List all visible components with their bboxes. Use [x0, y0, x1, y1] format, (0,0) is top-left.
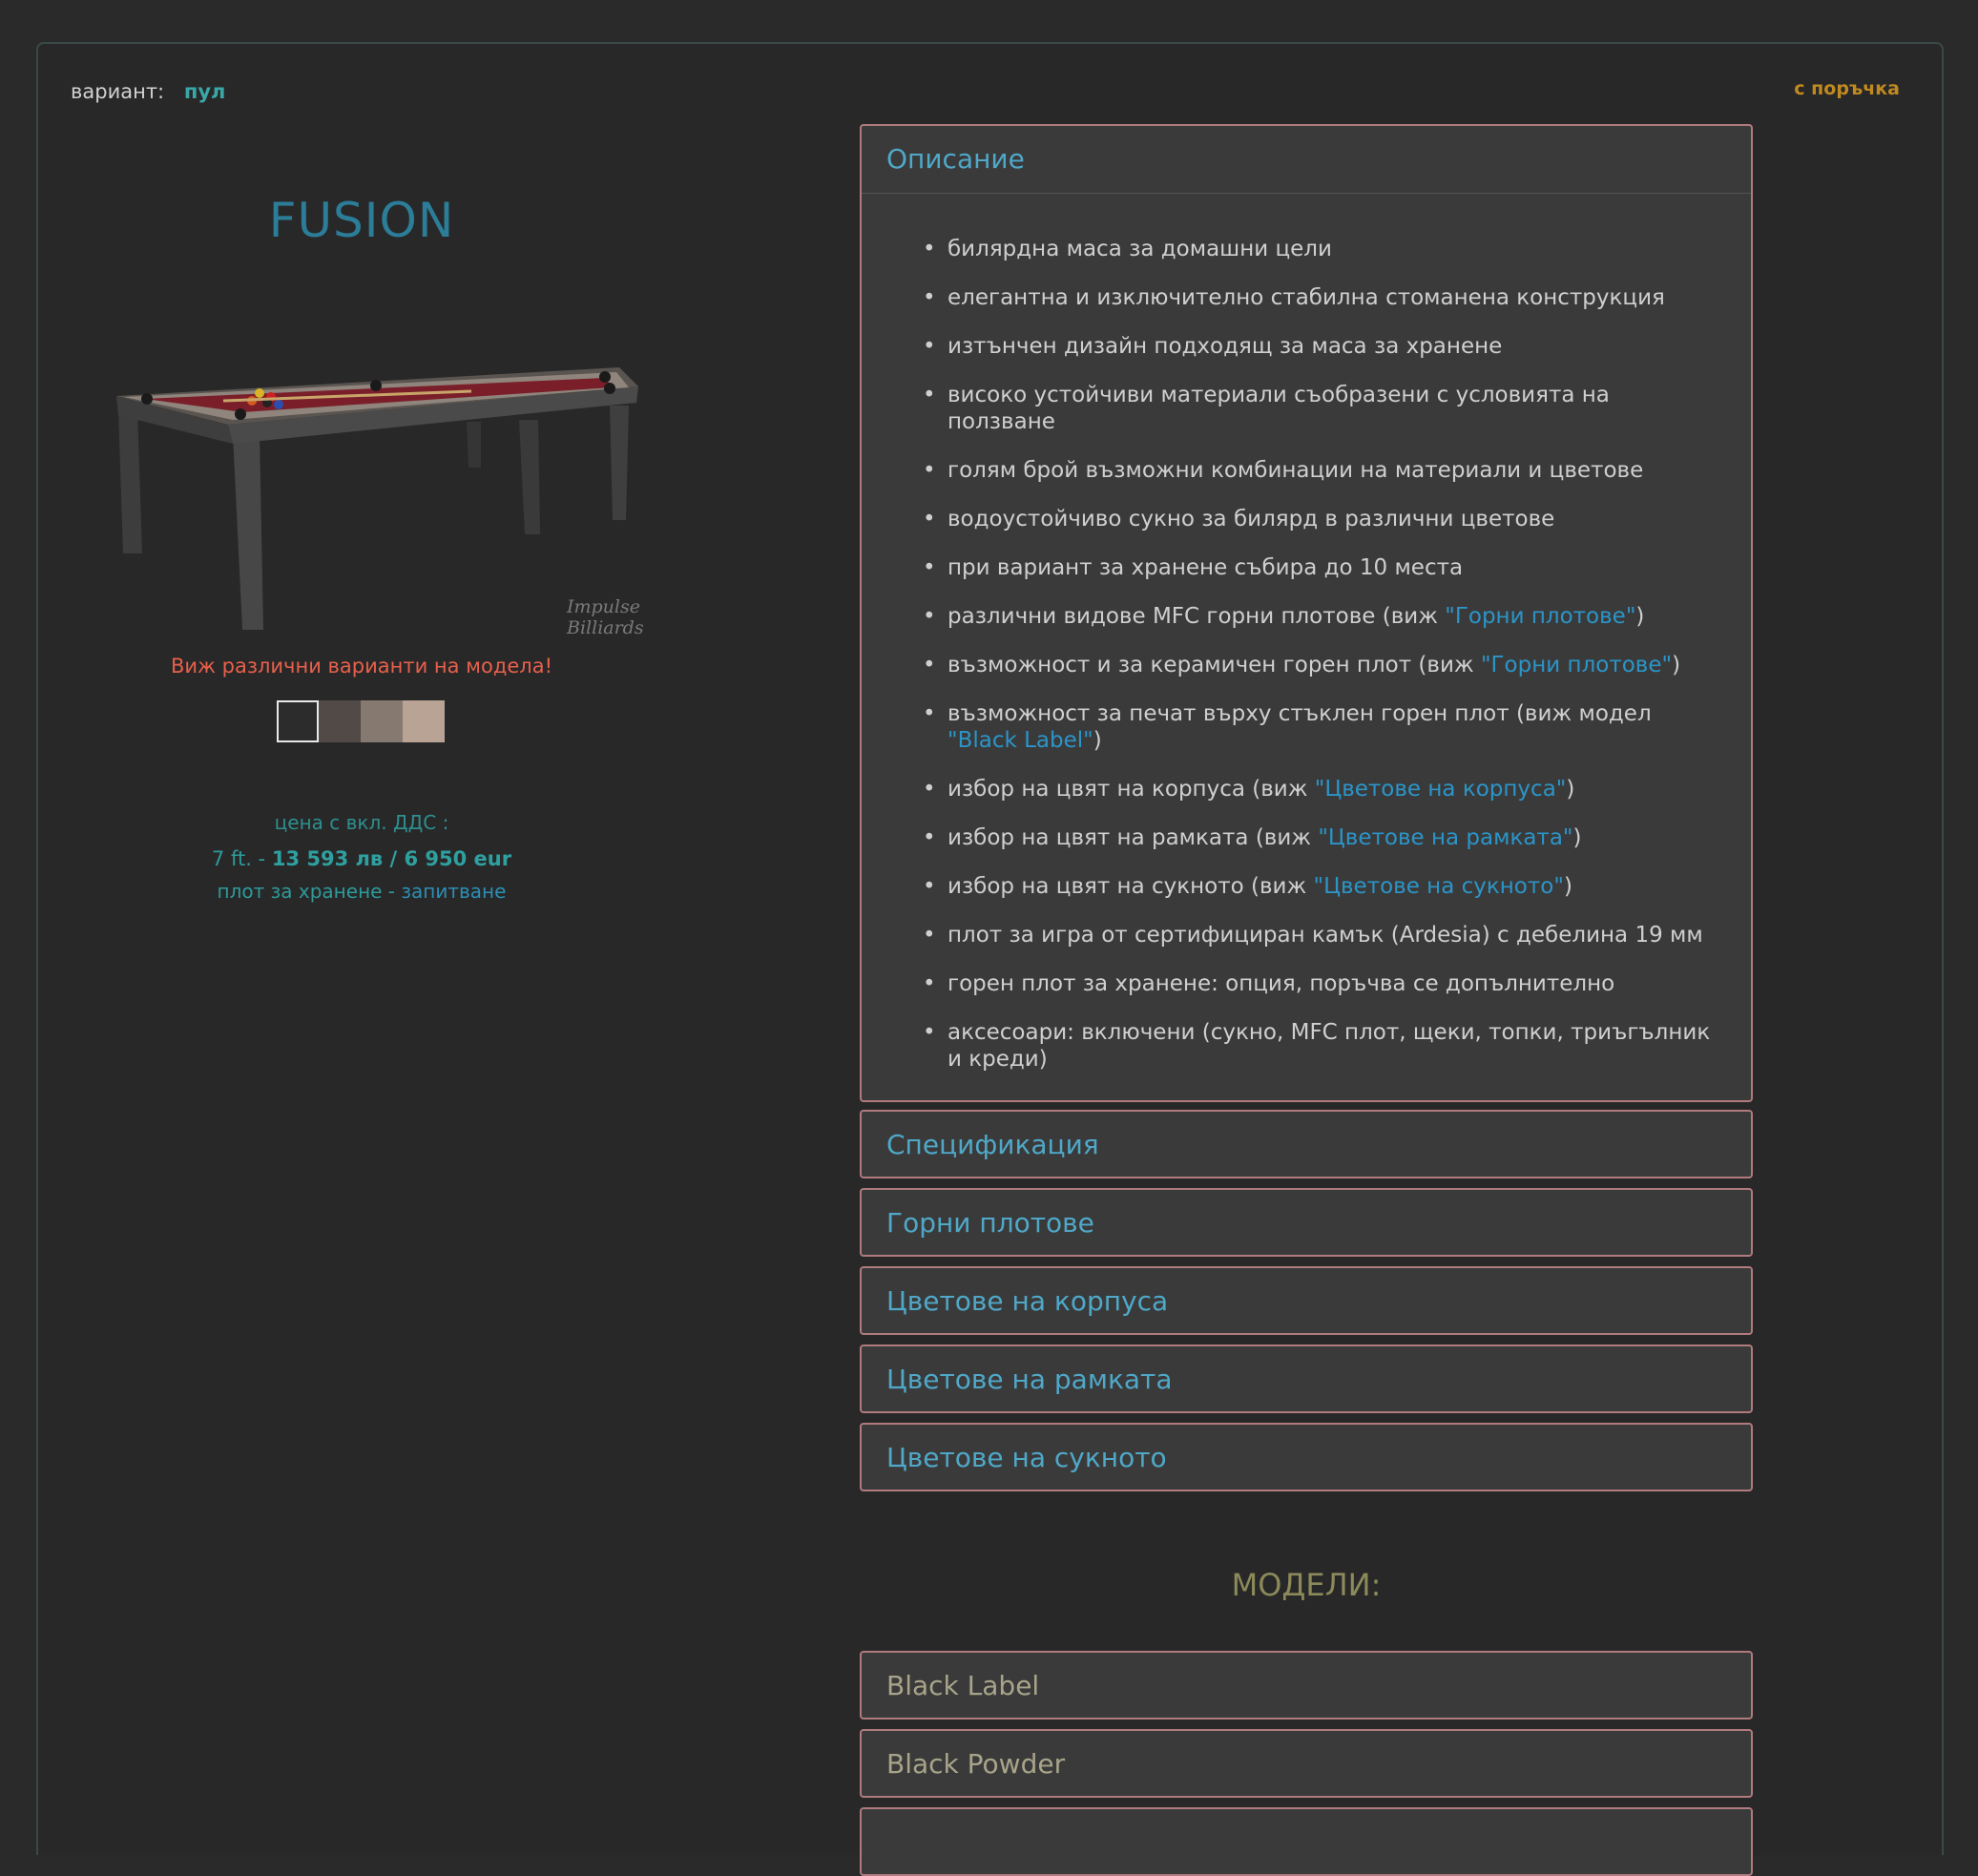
description-item-link[interactable]: "Горни плотове"	[1481, 653, 1672, 677]
model-black-label[interactable]: Black Label	[860, 1651, 1753, 1720]
variant-value[interactable]: пул	[184, 80, 226, 103]
price-label: цена с вкл. ДДС :	[274, 811, 449, 834]
description-item-text: елегантна и изключително стабилна стоман…	[947, 285, 1665, 310]
section-tops[interactable]: Горни плотове	[860, 1188, 1753, 1257]
description-item-text: при вариант за хранене събира до 10 мест…	[947, 555, 1464, 580]
description-item-suffix: )	[1093, 728, 1102, 753]
models-heading: МОДЕЛИ:	[1231, 1567, 1382, 1603]
description-item: голям брой възможни комбинации на матери…	[923, 457, 1713, 484]
description-item: възможност и за керамичен горен плот (ви…	[923, 652, 1713, 678]
swatch-4[interactable]	[403, 700, 445, 742]
section-frame-colors[interactable]: Цветове на рамката	[860, 1344, 1753, 1413]
description-item-link[interactable]: "Цветове на рамката"	[1318, 825, 1572, 850]
order-badge: с поръчка	[1794, 78, 1900, 99]
description-item-text: водоустойчиво сукно за билярд в различни…	[947, 507, 1555, 532]
dining-price-line: плот за хранене - запитване	[71, 880, 653, 903]
section-body-colors[interactable]: Цветове на корпуса	[860, 1266, 1753, 1335]
description-item-link[interactable]: "Цветове на сукното"	[1314, 874, 1564, 899]
swatch-1[interactable]	[277, 700, 319, 742]
brand-watermark: Impulse Billiards	[567, 596, 644, 638]
description-item-text: избор на цвят на рамката (виж	[947, 825, 1319, 850]
model-black-powder[interactable]: Black Powder	[860, 1729, 1753, 1798]
section-specification[interactable]: Спецификация	[860, 1110, 1753, 1178]
section-specification-title: Спецификация	[886, 1129, 1099, 1160]
description-item-text: голям брой възможни комбинации на матери…	[947, 458, 1644, 483]
description-item-text: различни видове MFC горни плотове (виж	[947, 604, 1446, 629]
description-item-text: изтънчен дизайн подходящ за маса за хран…	[947, 334, 1503, 359]
section-cloth-colors-title: Цветове на сукното	[886, 1442, 1167, 1473]
description-item-suffix: )	[1572, 825, 1582, 850]
dining-label: плот за хранене -	[217, 880, 396, 903]
variant-swatches	[277, 700, 445, 742]
product-title: FUSION	[268, 193, 455, 248]
description-header[interactable]: Описание	[862, 126, 1751, 194]
description-item: високо устойчиви материали съобразени с …	[923, 382, 1713, 435]
description-item-text: възможност за печат върху стъклен горен …	[947, 701, 1652, 726]
description-item-suffix: )	[1635, 604, 1645, 629]
description-item-text: избор на цвят на сукното (виж	[947, 874, 1314, 899]
section-cloth-colors[interactable]: Цветове на сукното	[860, 1423, 1753, 1491]
description-item-link[interactable]: "Горни плотове"	[1445, 604, 1635, 629]
description-item-link[interactable]: "Цветове на корпуса"	[1315, 777, 1567, 802]
model-black-label-title: Black Label	[886, 1670, 1040, 1701]
model-black-powder-title: Black Powder	[886, 1748, 1066, 1780]
section-body-colors-title: Цветове на корпуса	[886, 1285, 1169, 1317]
description-item-link[interactable]: "Black Label"	[947, 728, 1093, 753]
description-item-text: възможност и за керамичен горен плот (ви…	[947, 653, 1481, 677]
description-panel: Описание билярдна маса за домашни цели ел…	[860, 124, 1753, 1102]
description-item-suffix: )	[1566, 777, 1575, 802]
description-item: билярдна маса за домашни цели	[923, 236, 1713, 262]
inquiry-link[interactable]: запитване	[401, 880, 506, 903]
description-item-text: аксесоари: включени (сукно, MFC плот, ще…	[947, 1020, 1711, 1072]
description-item: водоустойчиво сукно за билярд в различни…	[923, 506, 1713, 532]
model-next[interactable]	[860, 1807, 1753, 1876]
description-item: различни видове MFC горни плотове (виж "…	[923, 603, 1713, 630]
description-item-suffix: )	[1672, 653, 1681, 677]
description-item-text: избор на цвят на корпуса (виж	[947, 777, 1315, 802]
description-item: елегантна и изключително стабилна стоман…	[923, 284, 1713, 311]
description-item-text: високо устойчиви материали съобразени с …	[947, 383, 1610, 434]
description-item: при вариант за хранене събира до 10 мест…	[923, 554, 1713, 581]
variants-link[interactable]: Виж различни варианти на модела!	[71, 655, 653, 677]
variant-label: вариант:	[71, 80, 165, 103]
section-tops-title: Горни плотове	[886, 1207, 1094, 1239]
description-item-text: плот за игра от сертифициран камък (Arde…	[947, 923, 1703, 948]
description-item: избор на цвят на рамката (виж "Цветове н…	[923, 824, 1713, 851]
variant-indicator: вариант: пул	[71, 80, 225, 103]
description-item: избор на цвят на сукното (виж "Цветове н…	[923, 873, 1713, 900]
description-list: билярдна маса за домашни цели елегантна и…	[862, 194, 1751, 1123]
description-item: аксесоари: включени (сукно, MFC плот, ще…	[923, 1019, 1713, 1073]
price-value: 13 593 лв / 6 950 eur	[271, 847, 512, 870]
description-item: избор на цвят на корпуса (виж "Цветове н…	[923, 776, 1713, 803]
description-item-text: горен плот за хранене: опция, поръчва се…	[947, 971, 1615, 996]
description-item: плот за игра от сертифициран камък (Arde…	[923, 922, 1713, 948]
description-item: възможност за печат върху стъклен горен …	[923, 700, 1713, 754]
swatch-3[interactable]	[361, 700, 403, 742]
price-line: 7 ft. - 13 593 лв / 6 950 eur	[71, 847, 653, 870]
description-item-suffix: )	[1563, 874, 1572, 899]
description-item: горен плот за хранене: опция, поръчва се…	[923, 970, 1713, 997]
description-item-text: билярдна маса за домашни цели	[947, 237, 1332, 261]
description-item: изтънчен дизайн подходящ за маса за хран…	[923, 333, 1713, 360]
section-frame-colors-title: Цветове на рамката	[886, 1364, 1173, 1395]
price-size: 7 ft. -	[211, 847, 266, 870]
swatch-2[interactable]	[319, 700, 361, 742]
